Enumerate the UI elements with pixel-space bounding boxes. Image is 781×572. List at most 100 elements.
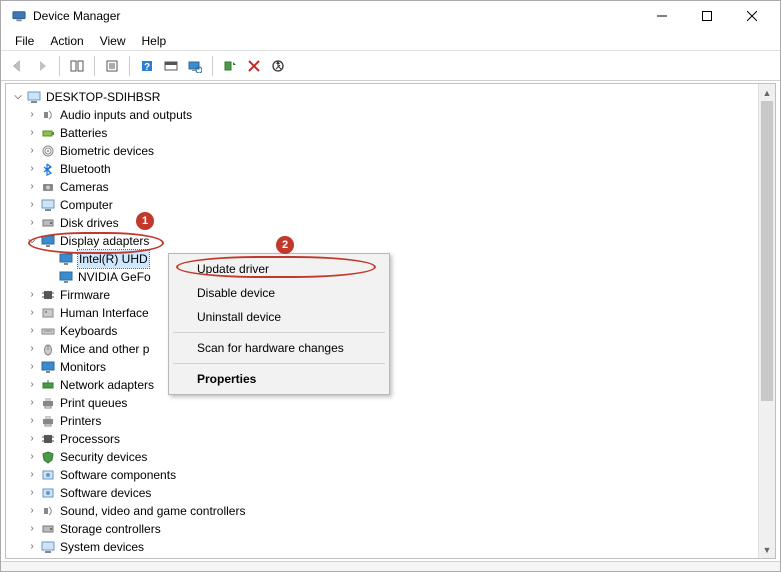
tree-item-label: Batteries bbox=[60, 124, 107, 142]
chevron-right-icon[interactable]: › bbox=[26, 340, 38, 358]
tree-view[interactable]: ⌵DESKTOP-SDIHBSR›Audio inputs and output… bbox=[5, 83, 776, 559]
menu-action[interactable]: Action bbox=[42, 32, 91, 50]
tree-category[interactable]: › Storage controllers bbox=[12, 520, 773, 538]
properties-button[interactable] bbox=[101, 55, 123, 77]
scroll-thumb[interactable] bbox=[761, 101, 773, 401]
tree-item-label: Print queues bbox=[60, 394, 127, 412]
chevron-right-icon[interactable]: › bbox=[26, 394, 38, 412]
tree-root[interactable]: ⌵DESKTOP-SDIHBSR bbox=[12, 88, 773, 106]
tree-category[interactable]: › Batteries bbox=[12, 124, 773, 142]
ctx-update-driver[interactable]: Update driver bbox=[171, 257, 387, 281]
ctx-properties[interactable]: Properties bbox=[171, 367, 387, 391]
tree-category[interactable]: ›Bluetooth bbox=[12, 160, 773, 178]
chevron-right-icon[interactable]: › bbox=[26, 466, 38, 484]
close-button[interactable] bbox=[729, 1, 774, 31]
tree-category[interactable]: ›Disk drives bbox=[12, 214, 773, 232]
audio-icon bbox=[40, 107, 56, 123]
chevron-right-icon[interactable]: › bbox=[26, 376, 38, 394]
scan-hardware-button[interactable] bbox=[184, 55, 206, 77]
chevron-right-icon[interactable]: › bbox=[26, 106, 38, 124]
forward-button[interactable] bbox=[31, 55, 53, 77]
tree-item-label: Processors bbox=[60, 430, 120, 448]
tree-category[interactable]: › Print queues bbox=[12, 394, 773, 412]
chevron-right-icon[interactable]: › bbox=[26, 484, 38, 502]
chevron-right-icon[interactable]: › bbox=[26, 448, 38, 466]
help-button[interactable]: ? bbox=[136, 55, 158, 77]
chevron-down-icon[interactable]: ⌵ bbox=[26, 232, 38, 250]
chevron-right-icon[interactable]: › bbox=[26, 304, 38, 322]
tree-device[interactable]: NVIDIA GeFo bbox=[12, 268, 773, 286]
tree-item-label: Storage controllers bbox=[60, 520, 161, 538]
ctx-separator bbox=[173, 363, 385, 364]
chevron-right-icon[interactable]: › bbox=[26, 286, 38, 304]
update-driver-button[interactable] bbox=[219, 55, 241, 77]
maximize-button[interactable] bbox=[684, 1, 729, 31]
menubar: File Action View Help bbox=[1, 31, 780, 51]
chevron-right-icon[interactable]: › bbox=[26, 214, 38, 232]
tree-category[interactable]: ›Firmware bbox=[12, 286, 773, 304]
scroll-down-button[interactable]: ▼ bbox=[759, 541, 775, 558]
chevron-right-icon[interactable]: › bbox=[26, 178, 38, 196]
chevron-right-icon[interactable]: › bbox=[26, 196, 38, 214]
chevron-right-icon[interactable]: › bbox=[26, 124, 38, 142]
window-controls bbox=[639, 1, 774, 31]
minimize-button[interactable] bbox=[639, 1, 684, 31]
chevron-right-icon[interactable]: › bbox=[26, 538, 38, 556]
tree-device[interactable]: Intel(R) UHD bbox=[12, 250, 773, 268]
tree-category[interactable]: › Processors bbox=[12, 430, 773, 448]
pc-icon bbox=[40, 197, 56, 213]
ctx-uninstall-device[interactable]: Uninstall device bbox=[171, 305, 387, 329]
tree-category[interactable]: ›Computer bbox=[12, 196, 773, 214]
tree-category[interactable]: ›Printers bbox=[12, 412, 773, 430]
chip-icon bbox=[40, 287, 56, 303]
chevron-right-icon[interactable]: › bbox=[26, 520, 38, 538]
tree-category[interactable]: › Network adapters bbox=[12, 376, 773, 394]
printer-icon bbox=[40, 395, 56, 411]
menu-view[interactable]: View bbox=[92, 32, 134, 50]
tree-category[interactable]: ›System devices bbox=[12, 538, 773, 556]
disk-icon bbox=[40, 215, 56, 231]
tree-category[interactable]: ›Human Interface bbox=[12, 304, 773, 322]
tree-category[interactable]: ›Security devices bbox=[12, 448, 773, 466]
tree-category[interactable]: › Keyboards bbox=[12, 322, 773, 340]
svg-text:?: ? bbox=[144, 62, 150, 73]
tree-category[interactable]: ›Audio inputs and outputs bbox=[12, 106, 773, 124]
ctx-scan-hardware[interactable]: Scan for hardware changes bbox=[171, 336, 387, 360]
chevron-down-icon[interactable]: ⌵ bbox=[12, 88, 24, 106]
tree-category[interactable]: ›Mice and other p bbox=[12, 340, 773, 358]
vertical-scrollbar[interactable]: ▲ ▼ bbox=[758, 84, 775, 558]
tree-category[interactable]: ›Software components bbox=[12, 466, 773, 484]
chevron-right-icon[interactable]: › bbox=[26, 142, 38, 160]
chevron-right-icon[interactable]: › bbox=[26, 412, 38, 430]
chevron-right-icon[interactable]: › bbox=[26, 430, 38, 448]
tree-item-label: Biometric devices bbox=[60, 142, 154, 160]
titlebar: Device Manager bbox=[1, 1, 780, 31]
back-button[interactable] bbox=[7, 55, 29, 77]
tree-category[interactable]: ⌵Display adapters bbox=[12, 232, 773, 250]
tree-category[interactable]: ›Cameras bbox=[12, 178, 773, 196]
tree-category[interactable]: ›Monitors bbox=[12, 358, 773, 376]
tree-category[interactable]: ›Software devices bbox=[12, 484, 773, 502]
tree-category[interactable]: ›Sound, video and game controllers bbox=[12, 502, 773, 520]
action-pane-button[interactable] bbox=[160, 55, 182, 77]
toolbar-separator bbox=[129, 56, 130, 76]
display-icon bbox=[58, 269, 74, 285]
app-icon bbox=[11, 8, 27, 24]
finger-icon bbox=[40, 143, 56, 159]
scroll-up-button[interactable]: ▲ bbox=[759, 84, 775, 101]
show-hide-console-button[interactable] bbox=[66, 55, 88, 77]
tree-category[interactable]: › Biometric devices bbox=[12, 142, 773, 160]
chevron-right-icon[interactable]: › bbox=[26, 358, 38, 376]
kb-icon bbox=[40, 323, 56, 339]
ctx-disable-device[interactable]: Disable device bbox=[171, 281, 387, 305]
menu-file[interactable]: File bbox=[7, 32, 42, 50]
disable-button[interactable] bbox=[267, 55, 289, 77]
tree-item-label: Network adapters bbox=[60, 376, 154, 394]
uninstall-button[interactable] bbox=[243, 55, 265, 77]
menu-help[interactable]: Help bbox=[134, 32, 175, 50]
chevron-right-icon[interactable]: › bbox=[26, 322, 38, 340]
tree-item-label: Keyboards bbox=[60, 322, 117, 340]
chevron-right-icon[interactable]: › bbox=[26, 160, 38, 178]
chevron-right-icon[interactable]: › bbox=[26, 502, 38, 520]
toolbar-separator bbox=[59, 56, 60, 76]
